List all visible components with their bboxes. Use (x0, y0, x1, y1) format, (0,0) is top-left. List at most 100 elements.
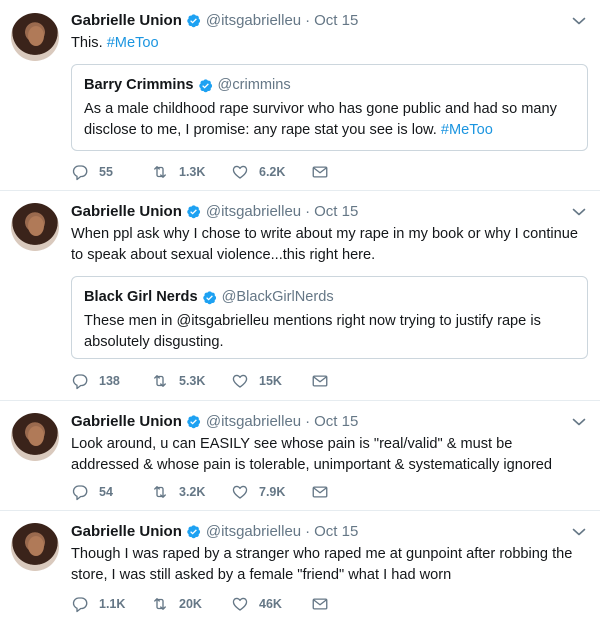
quoted-tweet-header: Barry Crimmins @crimmins (84, 75, 575, 95)
quoted-tweet-header: Black Girl Nerds @BlackGirlNerds (84, 287, 575, 307)
quoted-tweet[interactable]: Black Girl Nerds @BlackGirlNerds These m… (71, 276, 588, 359)
like-count: 7.9K (259, 485, 286, 499)
reply-count: 55 (99, 165, 113, 179)
like-icon (231, 483, 249, 501)
like-button[interactable]: 46K (231, 595, 311, 613)
reply-icon (71, 372, 89, 390)
like-icon (231, 372, 249, 390)
tweet-timestamp[interactable]: Oct 15 (314, 12, 358, 29)
like-count: 6.2K (259, 165, 286, 179)
separator: · (305, 412, 311, 430)
author-name[interactable]: Gabrielle Union (71, 12, 182, 29)
verified-icon (186, 204, 201, 219)
like-icon (231, 595, 249, 613)
tweet-text: Look around, u can EASILY see whose pain… (71, 436, 553, 473)
verified-icon (186, 414, 201, 429)
message-icon (311, 372, 329, 390)
message-icon (311, 483, 329, 501)
hashtag-link[interactable]: #MeToo (441, 122, 493, 138)
like-button[interactable]: 6.2K (231, 163, 311, 181)
author-name[interactable]: Gabrielle Union (71, 413, 182, 430)
reply-button[interactable]: 55 (71, 163, 151, 181)
tweet-timestamp[interactable]: Oct 15 (314, 203, 358, 220)
direct-message-button[interactable] (311, 372, 391, 390)
quoted-author-handle: @BlackGirlNerds (221, 289, 334, 305)
retweet-button[interactable]: 5.3K (151, 372, 231, 390)
tweet-timestamp[interactable]: Oct 15 (314, 523, 358, 540)
retweet-icon (151, 595, 169, 613)
retweet-icon (151, 163, 169, 181)
quoted-author-name: Black Girl Nerds (84, 289, 198, 305)
separator: · (305, 522, 311, 540)
reply-button[interactable]: 54 (71, 483, 151, 501)
tweet[interactable]: Gabrielle Union @itsgabrielleu · Oct 15 … (0, 401, 600, 511)
chevron-down-icon[interactable] (572, 16, 586, 26)
tweet-timeline: Gabrielle Union @itsgabrielleu · Oct 15 … (0, 0, 600, 625)
chevron-down-icon[interactable] (572, 417, 586, 427)
reply-icon (71, 595, 89, 613)
reply-button[interactable]: 1.1K (71, 595, 151, 613)
author-handle[interactable]: @itsgabrielleu (206, 523, 301, 540)
message-icon (311, 163, 329, 181)
tweet[interactable]: Gabrielle Union @itsgabrielleu · Oct 15 … (0, 511, 600, 625)
reply-button[interactable]: 138 (71, 372, 151, 390)
direct-message-button[interactable] (311, 163, 391, 181)
verified-icon (202, 290, 217, 305)
retweet-count: 3.2K (179, 485, 206, 499)
tweet-header: Gabrielle Union @itsgabrielleu · Oct 15 (71, 521, 358, 541)
like-count: 46K (259, 597, 282, 611)
tweet-timestamp[interactable]: Oct 15 (314, 413, 358, 430)
reply-icon (71, 163, 89, 181)
tweet-text: Though I was raped by a stranger who rap… (71, 546, 573, 583)
hashtag-link[interactable]: #MeToo (107, 35, 159, 51)
quoted-author-name: Barry Crimmins (84, 77, 194, 93)
reply-count: 1.1K (99, 597, 126, 611)
like-count: 15K (259, 374, 282, 388)
retweet-button[interactable]: 1.3K (151, 163, 231, 181)
author-handle[interactable]: @itsgabrielleu (206, 413, 301, 430)
chevron-down-icon[interactable] (572, 527, 586, 537)
tweet-actions: 55 1.3K 6.2K (71, 163, 391, 181)
tweet-actions: 138 5.3K 15K (71, 372, 391, 390)
like-button[interactable]: 15K (231, 372, 311, 390)
tweet-text: When ppl ask why I chose to write about … (71, 226, 578, 263)
direct-message-button[interactable] (311, 595, 391, 613)
tweet[interactable]: Gabrielle Union @itsgabrielleu · Oct 15 … (0, 0, 600, 191)
verified-icon (198, 78, 213, 93)
quoted-tweet[interactable]: Barry Crimmins @crimmins As a male child… (71, 64, 588, 151)
separator: · (305, 202, 311, 220)
verified-icon (186, 524, 201, 539)
reply-icon (71, 483, 89, 501)
retweet-count: 1.3K (179, 165, 206, 179)
message-icon (311, 595, 329, 613)
reply-count: 54 (99, 485, 113, 499)
quoted-author-handle: @crimmins (217, 77, 291, 93)
reply-count: 138 (99, 374, 120, 388)
verified-icon (186, 13, 201, 28)
chevron-down-icon[interactable] (572, 207, 586, 217)
tweet-header: Gabrielle Union @itsgabrielleu · Oct 15 (71, 201, 358, 221)
tweet-header: Gabrielle Union @itsgabrielleu · Oct 15 (71, 411, 358, 431)
retweet-count: 5.3K (179, 374, 206, 388)
quoted-tweet-text: As a male childhood rape survivor who ha… (84, 99, 575, 141)
like-button[interactable]: 7.9K (231, 483, 311, 501)
quoted-tweet-text: These men in @itsgabrielleu mentions rig… (84, 313, 541, 350)
avatar[interactable] (11, 413, 59, 461)
author-handle[interactable]: @itsgabrielleu (206, 203, 301, 220)
separator: · (305, 11, 311, 29)
tweet-text: This. #MeToo (71, 33, 581, 54)
avatar[interactable] (11, 13, 59, 61)
retweet-icon (151, 372, 169, 390)
author-name[interactable]: Gabrielle Union (71, 523, 182, 540)
tweet-text-body: This. (71, 35, 107, 51)
tweet[interactable]: Gabrielle Union @itsgabrielleu · Oct 15 … (0, 191, 600, 401)
direct-message-button[interactable] (311, 483, 391, 501)
retweet-button[interactable]: 3.2K (151, 483, 231, 501)
author-handle[interactable]: @itsgabrielleu (206, 12, 301, 29)
avatar[interactable] (11, 203, 59, 251)
avatar[interactable] (11, 523, 59, 571)
retweet-icon (151, 483, 169, 501)
author-name[interactable]: Gabrielle Union (71, 203, 182, 220)
like-icon (231, 163, 249, 181)
retweet-button[interactable]: 20K (151, 595, 231, 613)
